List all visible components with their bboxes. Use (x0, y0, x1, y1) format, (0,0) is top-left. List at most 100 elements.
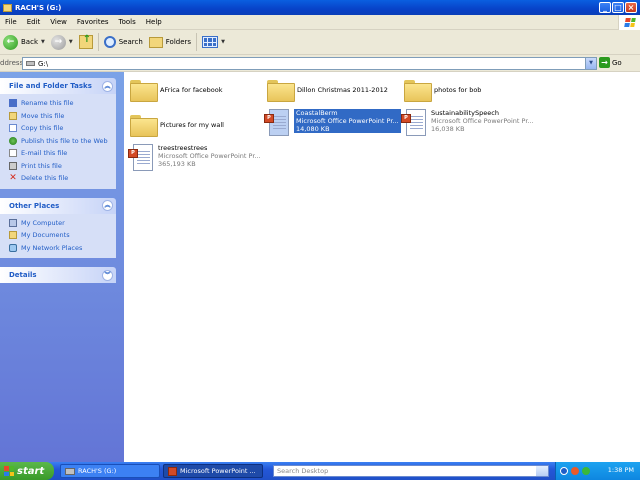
tray-app-icon[interactable] (571, 467, 579, 475)
collapse-chevron-icon[interactable]: ︽ (102, 80, 113, 92)
views-button[interactable]: ▼ (199, 31, 228, 53)
menu-tools[interactable]: Tools (114, 18, 141, 26)
search-icon (103, 36, 116, 48)
publish-icon (9, 136, 17, 145)
task-move-file[interactable]: Move this file (9, 110, 112, 123)
other-places-list: My Computer My Documents My Network Plac… (0, 213, 116, 258)
desktop-search-input[interactable]: Search Desktop (273, 465, 549, 477)
task-copy-file[interactable]: Copy this file (9, 122, 112, 135)
delete-icon: ✕ (9, 173, 17, 184)
file-info: SustainabilitySpeech Microsoft Office Po… (431, 109, 534, 133)
maximize-button[interactable]: □ (612, 2, 624, 13)
file-tasks-list: Rename this file Move this file Copy thi… (0, 94, 116, 189)
file-size: 14,080 KB (296, 125, 330, 133)
go-label: Go (612, 58, 622, 67)
menu-file[interactable]: File (0, 18, 22, 26)
file-name: SustainabilitySpeech (431, 109, 499, 117)
back-label: Back (21, 38, 38, 46)
title-bar: RACH'S (G:) _ □ × (0, 0, 640, 15)
folder-name: Pictures for my wall (160, 121, 224, 129)
powerpoint-icon (168, 466, 177, 476)
file-name: CoastalBerm (296, 109, 338, 117)
ppt-file-item[interactable]: P SustainabilitySpeech Microsoft Office … (401, 109, 534, 139)
folder-icon (267, 78, 295, 102)
ppt-file-item[interactable]: P CoastalBerm Microsoft Office PowerPoin… (264, 109, 401, 139)
expand-chevron-icon[interactable]: ︾ (102, 269, 113, 281)
task-label: Publish this file to the Web (21, 136, 108, 145)
folder-icon (404, 78, 432, 102)
desktop-search-placeholder: Search Desktop (277, 467, 329, 475)
toolbar-separator (97, 33, 99, 51)
tray-network-icon[interactable] (582, 467, 590, 475)
folder-icon (130, 113, 158, 137)
other-places-header[interactable]: Other Places ︽ (0, 197, 116, 214)
address-bar: ddress G:\ ▼ → Go (0, 55, 640, 72)
folder-item[interactable]: Dillon Christmas 2011-2012 (267, 78, 388, 102)
menu-bar: File Edit View Favorites Tools Help (0, 15, 640, 30)
address-dropdown-icon[interactable]: ▼ (585, 58, 596, 69)
place-my-documents[interactable]: My Documents (9, 229, 112, 242)
other-places-title: Other Places (9, 201, 60, 210)
tray-expand-icon[interactable] (560, 467, 568, 475)
folder-name: Dillon Christmas 2011-2012 (297, 86, 388, 94)
toolbar-separator (196, 33, 198, 51)
folder-item[interactable]: AFrica for facebook (130, 78, 223, 102)
collapse-chevron-icon[interactable]: ︽ (102, 200, 113, 211)
search-label: Search (118, 38, 143, 46)
windows-flag-icon (618, 15, 640, 30)
file-tasks-header[interactable]: File and Folder Tasks ︽ (0, 78, 116, 94)
toolbar: ← Back ▼ → ▼ Search Folders ▼ (0, 30, 640, 55)
menu-view[interactable]: View (45, 18, 72, 26)
forward-dropdown-icon[interactable]: ▼ (69, 39, 73, 45)
drive-window-icon (3, 3, 12, 12)
window-title: RACH'S (G:) (15, 3, 62, 12)
details-header[interactable]: Details ︾ (0, 267, 116, 283)
task-print-file[interactable]: Print this file (9, 160, 112, 173)
file-tasks-panel: File and Folder Tasks ︽ Rename this file… (0, 78, 116, 189)
task-label: Copy this file (21, 124, 64, 133)
task-rename-file[interactable]: Rename this file (9, 97, 112, 110)
powerpoint-file-icon: P (264, 109, 290, 139)
back-dropdown-icon[interactable]: ▼ (41, 39, 45, 45)
folders-button[interactable]: Folders (146, 31, 194, 53)
email-icon (9, 149, 17, 158)
place-my-network[interactable]: My Network Places (9, 242, 112, 255)
ppt-file-item[interactable]: P treestreestrees Microsoft Office Power… (128, 144, 261, 174)
menu-help[interactable]: Help (141, 18, 167, 26)
folder-item[interactable]: Pictures for my wall (130, 113, 224, 137)
task-email-file[interactable]: E-mail this file (9, 147, 112, 160)
task-label: Rename this file (21, 99, 74, 108)
task-publish-file[interactable]: Publish this file to the Web (9, 135, 112, 148)
task-pane: File and Folder Tasks ︽ Rename this file… (0, 72, 124, 462)
folder-name: photos for bob (434, 86, 482, 94)
up-button[interactable] (76, 31, 96, 53)
search-icon[interactable] (536, 466, 548, 476)
views-dropdown-icon[interactable]: ▼ (221, 39, 225, 45)
task-delete-file[interactable]: ✕ Delete this file (9, 172, 112, 185)
task-label: Delete this file (21, 174, 69, 183)
back-button[interactable]: ← Back ▼ (0, 31, 48, 53)
address-input[interactable]: G:\ ▼ (22, 57, 597, 70)
folder-up-icon (78, 34, 93, 49)
menu-edit[interactable]: Edit (22, 18, 46, 26)
folders-icon (148, 36, 163, 48)
taskbar-button-label: Microsoft PowerPoint ... (180, 467, 256, 475)
place-label: My Documents (21, 231, 70, 240)
drive-icon (26, 61, 35, 66)
menu-favorites[interactable]: Favorites (72, 18, 114, 26)
taskbar-button-explorer[interactable]: RACH'S (G:) (60, 464, 160, 478)
forward-button[interactable]: → ▼ (48, 31, 76, 53)
taskbar-button-powerpoint[interactable]: Microsoft PowerPoint ... (163, 464, 263, 478)
go-button[interactable]: → Go (599, 57, 622, 68)
start-button[interactable]: start (0, 462, 54, 480)
folder-item[interactable]: photos for bob (404, 78, 482, 102)
folder-icon (130, 78, 158, 102)
task-label: Move this file (21, 111, 65, 120)
search-button[interactable]: Search (101, 31, 146, 53)
file-info: CoastalBerm Microsoft Office PowerPoint … (294, 109, 401, 133)
place-my-computer[interactable]: My Computer (9, 217, 112, 230)
minimize-button[interactable]: _ (599, 2, 611, 13)
file-type: Microsoft Office PowerPoint Pr... (158, 152, 261, 160)
close-button[interactable]: × (625, 2, 637, 13)
back-arrow-icon: ← (3, 34, 18, 50)
